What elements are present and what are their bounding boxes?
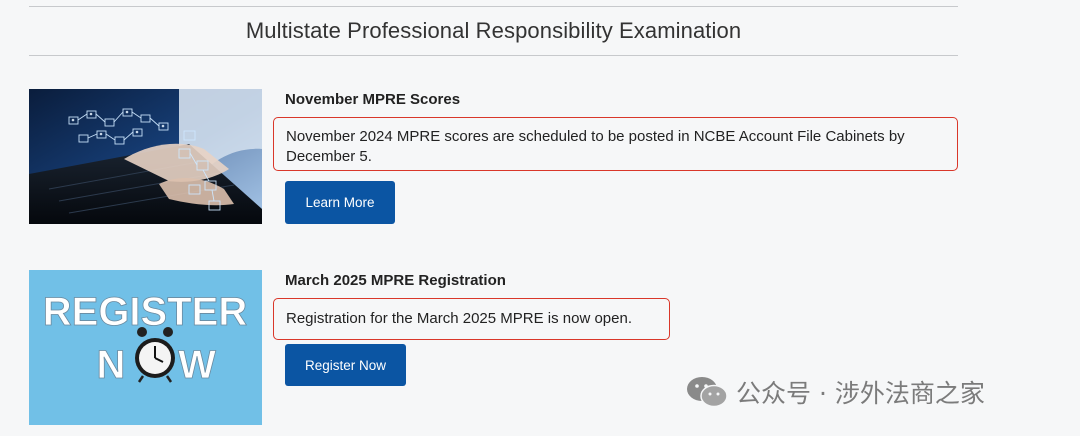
wechat-icon	[687, 377, 728, 408]
scores-notice: November 2024 MPRE scores are scheduled …	[273, 117, 958, 171]
register-now-image: REGISTER N W	[29, 270, 262, 425]
register-word: REGISTER	[43, 290, 248, 334]
card-heading: November MPRE Scores	[285, 91, 461, 108]
register-now-button[interactable]: Register Now	[285, 344, 406, 386]
learn-more-button[interactable]: Learn More	[285, 181, 395, 224]
laptop-files-image	[29, 89, 262, 224]
page-title: Multistate Professional Responsibility E…	[245, 18, 742, 43]
registration-notice: Registration for the March 2025 MPRE is …	[273, 298, 670, 340]
now-word-n: N	[97, 343, 126, 387]
page-header: Multistate Professional Responsibility E…	[29, 6, 958, 56]
watermark-text: 公众号 · 涉外法商之家	[736, 379, 985, 408]
wechat-watermark: 公众号 · 涉外法商之家	[686, 372, 985, 412]
card-heading: March 2025 MPRE Registration	[285, 272, 506, 289]
now-word-w: W	[178, 343, 216, 387]
